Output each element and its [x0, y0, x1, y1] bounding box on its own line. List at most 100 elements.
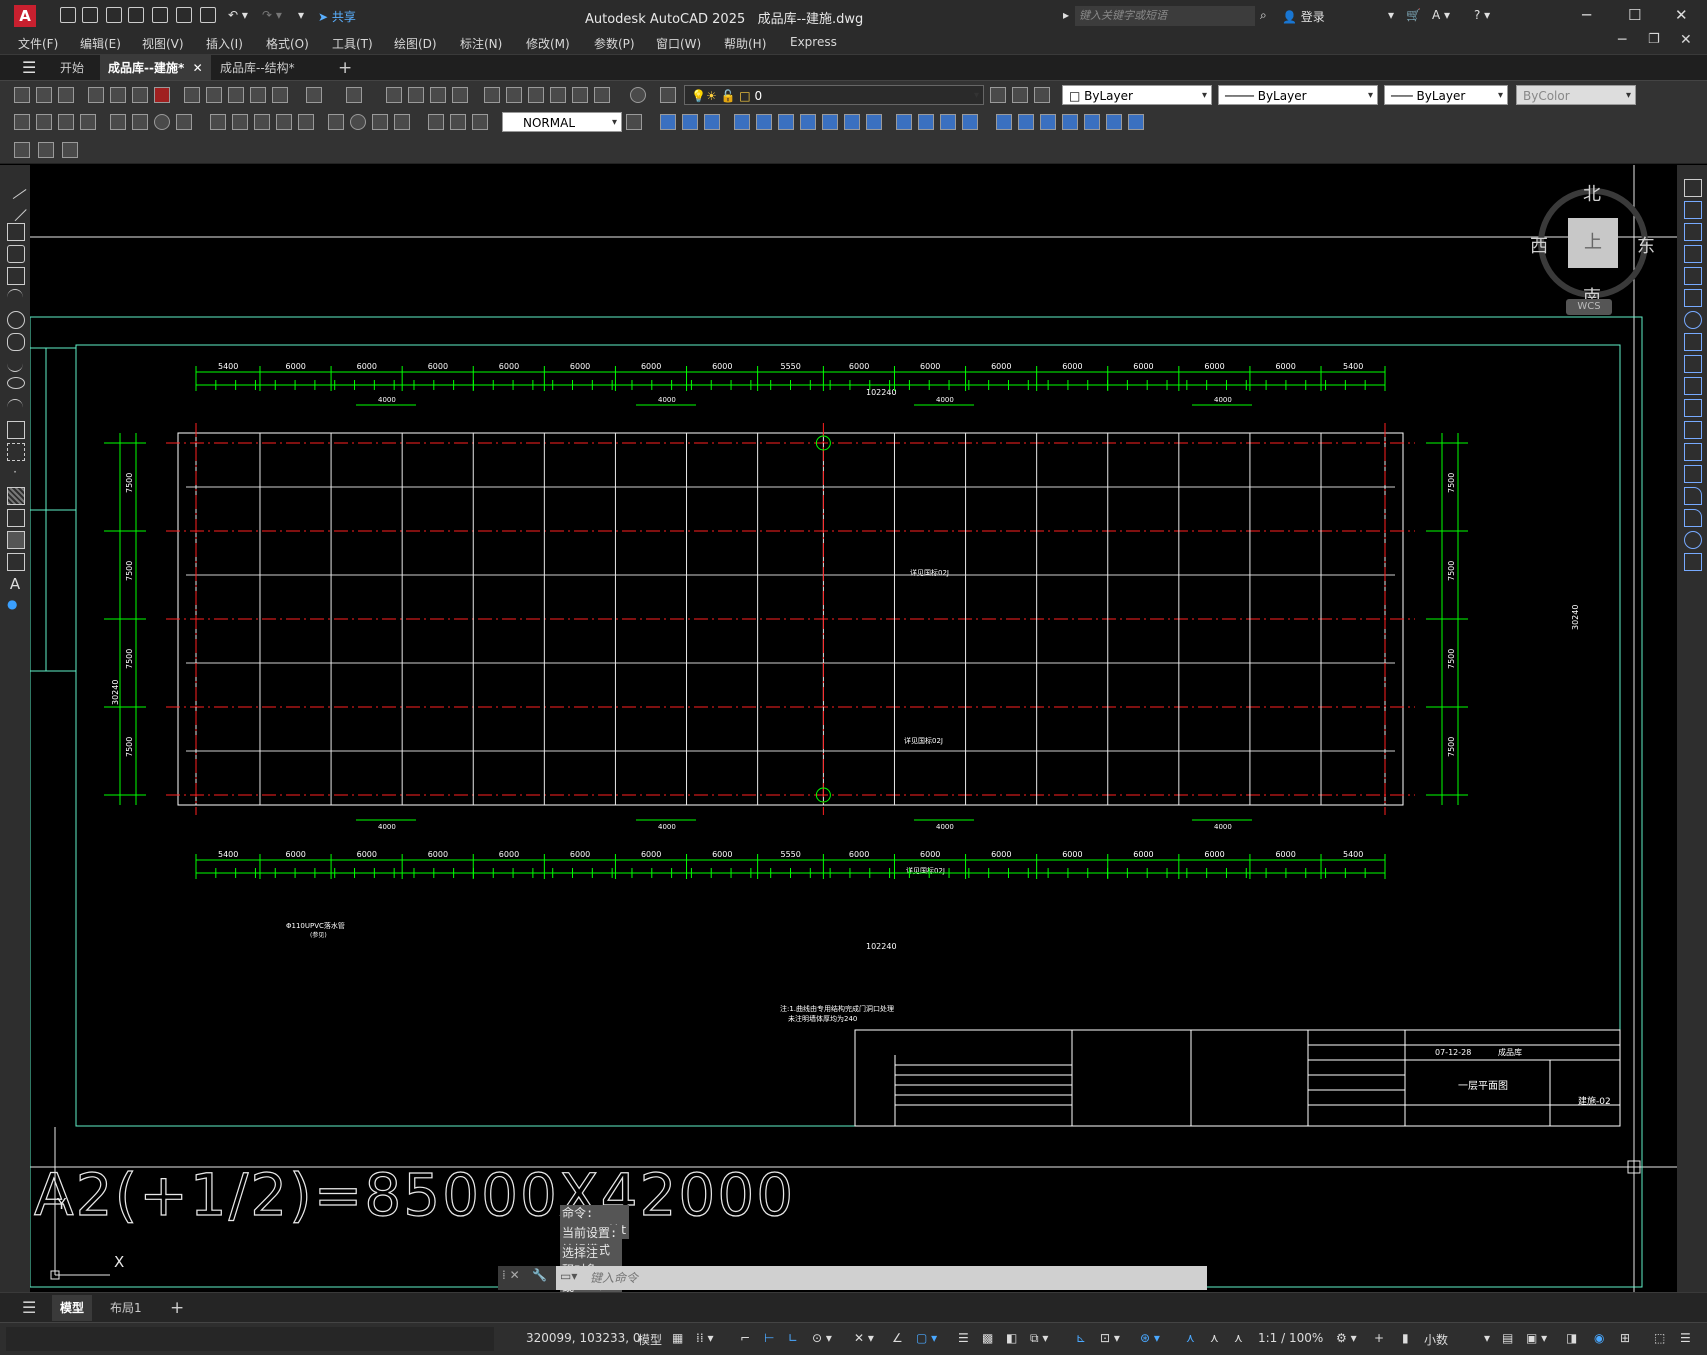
tab-layout1[interactable]: 布局1 — [102, 1295, 150, 1321]
region-icon[interactable] — [7, 531, 25, 549]
object-snap-tracking-icon[interactable]: ∠ — [892, 1331, 903, 1345]
add-layout-icon[interactable]: + — [162, 1295, 192, 1321]
line-icon[interactable] — [3, 175, 27, 200]
coordinates-readout[interactable]: 320099, 103233, 0 — [526, 1331, 641, 1345]
clean-screen-icon[interactable]: ⊞ — [1620, 1331, 1630, 1345]
mtext-icon[interactable]: A — [7, 575, 23, 593]
snap-icon[interactable]: ⁞⁞ ▾ — [696, 1331, 713, 1345]
menu-parametric[interactable]: 参数(P) — [594, 35, 635, 52]
3d-extrude-icon[interactable] — [734, 114, 750, 130]
explode-icon[interactable] — [1684, 553, 1702, 571]
doc-minimize-icon[interactable]: ─ — [1618, 32, 1626, 48]
isolate-objects-icon[interactable]: ◨ — [1566, 1331, 1577, 1345]
search-expand-icon[interactable]: ▸ — [1063, 8, 1069, 22]
zoom-previous-icon[interactable] — [452, 87, 468, 103]
workspace-icon[interactable]: ⚙ ▾ — [1336, 1331, 1357, 1345]
stretch-icon[interactable] — [1684, 355, 1702, 373]
point-icon[interactable]: · — [7, 465, 23, 481]
dim-aligned-icon[interactable] — [36, 114, 52, 130]
publish-icon[interactable] — [132, 87, 148, 103]
tab-model[interactable]: 模型 — [52, 1295, 93, 1321]
dim-break-icon[interactable] — [298, 114, 314, 130]
search-icon[interactable]: ⌕ — [1260, 8, 1267, 23]
command-line-grip[interactable]: ⁞ ✕ 🔧 — [498, 1266, 556, 1290]
3d-shell-icon[interactable] — [996, 114, 1012, 130]
3d-taper-icon[interactable] — [1106, 114, 1122, 130]
matchprop-icon[interactable] — [250, 87, 266, 103]
3d-osnap-icon[interactable]: ⧉ ▾ — [1030, 1331, 1048, 1346]
ortho-icon[interactable]: ∟ — [788, 1331, 798, 1345]
3d-slice-icon[interactable] — [800, 114, 816, 130]
save-as-icon[interactable] — [128, 7, 144, 23]
login-button[interactable]: 👤 登录 — [1282, 8, 1325, 25]
3d-interfere-icon[interactable] — [822, 114, 838, 130]
3d-revolve-icon[interactable] — [940, 114, 956, 130]
make-current-layer-icon[interactable] — [990, 87, 1006, 103]
zoom-realtime-icon[interactable] — [408, 87, 424, 103]
units-icon[interactable]: ▮ — [1402, 1331, 1409, 1345]
command-line[interactable]: ⁞ ✕ 🔧 ▭▾ 键入命令 — [498, 1266, 1207, 1290]
open-icon[interactable] — [36, 87, 52, 103]
menu-tools[interactable]: 工具(T) — [332, 35, 373, 52]
redo-icon[interactable] — [346, 87, 362, 103]
polar-icon[interactable]: ⊙ ▾ — [812, 1331, 832, 1345]
doc-close-icon[interactable]: ✕ — [1680, 32, 1692, 48]
annotation-visibility-icon[interactable]: ⋏ — [1186, 1331, 1195, 1345]
app-menu-icon[interactable]: ☰ — [14, 55, 44, 81]
3d-thicken-icon[interactable] — [1018, 114, 1034, 130]
customize-qat-icon[interactable]: ▾ — [298, 8, 304, 22]
3d-check-icon[interactable] — [1084, 114, 1100, 130]
zoom-window-icon[interactable] — [430, 87, 446, 103]
autodesk-account-icon[interactable]: A ▾ — [1432, 8, 1450, 22]
make-block-icon[interactable] — [7, 443, 25, 461]
viewcube-west[interactable]: 西 — [1530, 232, 1548, 258]
tab-drawing-structure[interactable]: 成品库--结构* — [212, 55, 303, 81]
minimize-icon[interactable]: ─ — [1582, 6, 1591, 24]
undo-icon[interactable] — [306, 87, 322, 103]
hardware-acceleration-icon[interactable]: ◉ — [1594, 1331, 1604, 1345]
dim-jogged-icon[interactable] — [132, 114, 148, 130]
sheetset-icon[interactable] — [550, 87, 566, 103]
search-input[interactable]: 键入关键字或短语 — [1075, 6, 1255, 26]
annotation-monitor-icon[interactable]: + — [1374, 1331, 1384, 1345]
3d-clean-icon[interactable] — [1062, 114, 1078, 130]
blend-icon[interactable] — [1684, 531, 1702, 549]
designcenter-icon[interactable] — [506, 87, 522, 103]
attribute-edit-icon[interactable] — [14, 142, 30, 158]
copy-object-icon[interactable] — [1684, 201, 1702, 219]
markup-icon[interactable] — [572, 87, 588, 103]
mirror-icon[interactable] — [1684, 223, 1702, 241]
help-icon[interactable]: ? ▾ — [1474, 8, 1490, 22]
move-icon[interactable] — [1684, 289, 1702, 307]
3d-section-icon[interactable] — [844, 114, 860, 130]
preview-icon[interactable] — [110, 87, 126, 103]
toolpalettes-icon[interactable] — [528, 87, 544, 103]
center-mark-icon[interactable] — [350, 114, 366, 130]
add-selected-icon[interactable]: ● — [7, 597, 23, 613]
object-snap-icon[interactable]: ▢ ▾ — [916, 1331, 937, 1345]
3d-offset-face-icon[interactable] — [1128, 114, 1144, 130]
close-icon[interactable]: ✕ — [1675, 6, 1688, 24]
gradient-icon[interactable] — [7, 509, 25, 527]
new-tab-icon[interactable]: + — [330, 55, 360, 81]
annotation-scale-icon[interactable]: ⋏ — [1234, 1331, 1243, 1345]
lock-ui-icon[interactable]: ▣ ▾ — [1526, 1331, 1547, 1345]
inspect-icon[interactable] — [372, 114, 388, 130]
circle-icon[interactable] — [7, 311, 25, 329]
menu-edit[interactable]: 编辑(E) — [80, 35, 121, 52]
dim-linear-icon[interactable] — [14, 114, 30, 130]
customization-icon[interactable]: ⬚ — [1654, 1331, 1665, 1345]
3d-box-icon[interactable] — [660, 114, 676, 130]
status-menu-icon[interactable]: ☰ — [1680, 1331, 1691, 1345]
auto-scale-icon[interactable]: ⋏ — [1210, 1331, 1219, 1345]
3d-union-icon[interactable] — [682, 114, 698, 130]
grid-icon[interactable]: ▦ — [672, 1331, 683, 1345]
share-button[interactable]: ➤ 共享 — [318, 8, 356, 25]
xline-icon[interactable] — [3, 197, 27, 222]
save-icon[interactable] — [106, 7, 122, 23]
dim-ordinate-icon[interactable] — [80, 114, 96, 130]
dim-angular-icon[interactable] — [176, 114, 192, 130]
3d-subtract-icon[interactable] — [704, 114, 720, 130]
polyline-icon[interactable] — [7, 223, 25, 241]
insert-block-icon[interactable] — [7, 421, 25, 439]
